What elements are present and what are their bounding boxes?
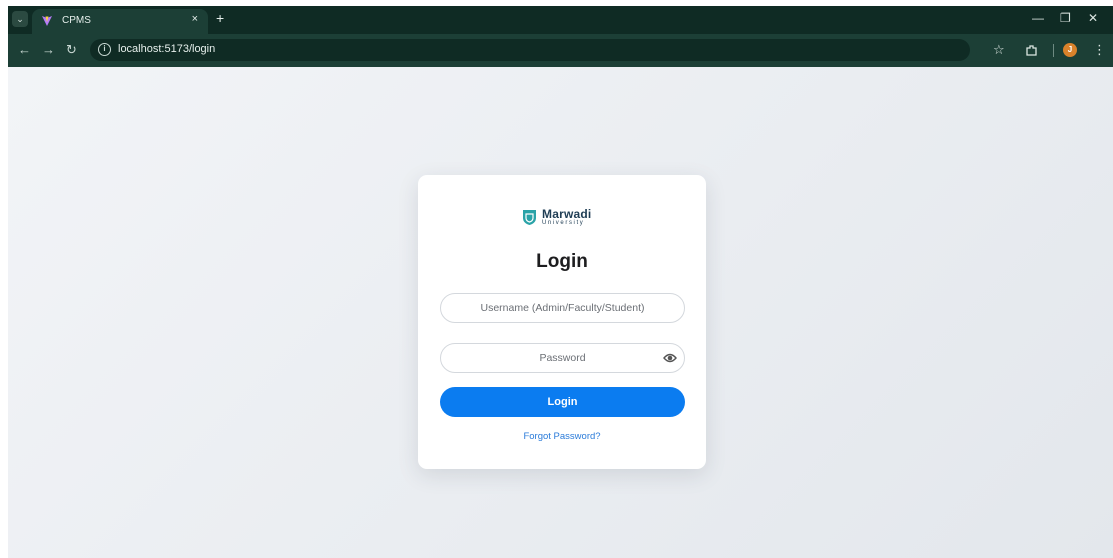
toolbar-divider <box>1053 44 1054 57</box>
vite-favicon-icon <box>42 16 52 26</box>
password-input[interactable] <box>440 343 685 373</box>
url-text: localhost:5173/login <box>118 43 216 55</box>
browser-toolbar: ← → ↻ i localhost:5173/login ☆ J ⋮ <box>8 34 1113 67</box>
login-button[interactable]: Login <box>440 387 685 417</box>
close-icon[interactable]: ✕ <box>1088 11 1098 25</box>
back-icon[interactable]: ← <box>18 42 31 58</box>
eye-icon[interactable] <box>663 352 677 364</box>
tab-strip: ⌄ CPMS × + — ❐ ✕ <box>8 6 1113 34</box>
login-page: Marwadi University Login Login Forgot Pa… <box>8 67 1113 558</box>
login-card: Marwadi University Login Login Forgot Pa… <box>418 175 706 469</box>
forgot-password-link[interactable]: Forgot Password? <box>418 431 706 442</box>
tab-title: CPMS <box>62 15 91 26</box>
address-bar[interactable]: i localhost:5173/login <box>90 39 970 61</box>
login-heading: Login <box>536 251 588 272</box>
menu-kebab-icon[interactable]: ⋮ <box>1093 42 1106 58</box>
shield-logo-icon <box>523 210 536 225</box>
minimize-icon[interactable]: — <box>1032 11 1044 25</box>
tab-cpms[interactable]: CPMS × <box>32 9 208 34</box>
logo-subtitle: University <box>542 220 585 226</box>
forward-icon[interactable]: → <box>42 42 55 58</box>
university-logo: Marwadi University <box>522 208 612 228</box>
tab-close-icon[interactable]: × <box>192 13 198 25</box>
username-input[interactable] <box>440 293 685 323</box>
extensions-icon[interactable] <box>1025 44 1038 57</box>
tab-search-icon[interactable]: ⌄ <box>12 11 28 27</box>
restore-icon[interactable]: ❐ <box>1060 11 1071 25</box>
site-info-icon[interactable]: i <box>98 43 111 56</box>
reload-icon[interactable]: ↻ <box>66 42 77 58</box>
profile-avatar-icon[interactable]: J <box>1063 43 1077 57</box>
new-tab-icon[interactable]: + <box>216 10 224 26</box>
browser-window: ⌄ CPMS × + — ❐ ✕ ← → ↻ i localhost:5173/… <box>8 6 1113 558</box>
bookmark-star-icon[interactable]: ☆ <box>993 42 1005 58</box>
